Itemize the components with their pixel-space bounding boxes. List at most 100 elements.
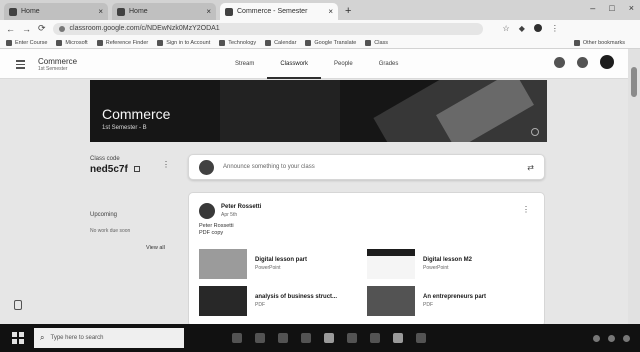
attachment-name: An entrepreneurs part bbox=[423, 294, 487, 300]
attachment-card[interactable]: analysis of business struct... PDF bbox=[199, 285, 337, 317]
word-icon[interactable] bbox=[347, 333, 357, 343]
course-name[interactable]: Commerce bbox=[38, 57, 77, 66]
extension-area: ☆ ◆ ⋮ bbox=[503, 24, 559, 33]
extension-icon[interactable]: ◆ bbox=[519, 24, 525, 33]
task-view-icon[interactable] bbox=[232, 333, 242, 343]
browser-tab[interactable]: Home × bbox=[112, 3, 216, 20]
course-tabs: Stream Classwork People Grades bbox=[222, 49, 411, 79]
browser-tab-active[interactable]: Commerce - Semester × bbox=[220, 3, 338, 20]
notification-icon[interactable] bbox=[623, 334, 630, 342]
attachment-type: PowerPoint bbox=[423, 265, 449, 271]
info-icon[interactable] bbox=[531, 128, 539, 136]
post-text-line: Peter Rossetti bbox=[199, 223, 234, 229]
chrome-icon[interactable] bbox=[393, 333, 403, 343]
attachment-type: PDF bbox=[423, 302, 433, 308]
attachment-type: PDF bbox=[255, 302, 265, 308]
bookmark-item[interactable]: Google Translate bbox=[305, 39, 356, 46]
help-icon[interactable] bbox=[14, 300, 22, 310]
windows-start-icon[interactable] bbox=[12, 332, 24, 344]
attachment-name: Digital lesson part bbox=[255, 257, 308, 263]
stream-post: Peter Rossetti Apr 5th ⋮ Peter Rossetti … bbox=[188, 192, 545, 327]
main-menu-icon[interactable] bbox=[16, 60, 25, 71]
course-banner: Commerce 1st Semester - B bbox=[90, 80, 547, 142]
profile-icon[interactable] bbox=[533, 24, 542, 32]
attachment-card[interactable]: Digital lesson part PowerPoint bbox=[199, 248, 307, 280]
tab-people[interactable]: People bbox=[321, 49, 366, 79]
other-bookmarks[interactable]: Other bookmarks bbox=[573, 39, 625, 46]
close-icon[interactable]: × bbox=[328, 7, 333, 16]
post-text: Peter Rossetti PDF copy bbox=[199, 223, 234, 237]
window-controls: – □ × bbox=[590, 3, 634, 13]
more-vert-icon[interactable]: ⋮ bbox=[162, 160, 170, 169]
close-icon[interactable]: × bbox=[98, 7, 103, 16]
repost-icon[interactable]: ⇄ bbox=[527, 163, 534, 172]
upcoming-text: No work due soon bbox=[90, 228, 131, 234]
post-more-icon[interactable]: ⋮ bbox=[522, 205, 530, 214]
author-avatar bbox=[199, 203, 215, 219]
url-field[interactable]: classroom.google.com/c/NDEwNzk0MzY2ODA1 bbox=[52, 22, 483, 35]
bookmark-item[interactable]: Sign in to Account bbox=[157, 39, 210, 46]
taskbar-search-input[interactable]: ⌕ Type here to search bbox=[34, 328, 184, 348]
attachment-thumbnail bbox=[367, 249, 415, 279]
classroom-header: Commerce 1st Semester Stream Classwork P… bbox=[0, 49, 628, 79]
bookmark-item[interactable]: Technology bbox=[219, 39, 256, 46]
attachment-thumbnail bbox=[199, 286, 247, 316]
windows-taskbar: ⌕ Type here to search bbox=[0, 324, 640, 352]
app-icon[interactable] bbox=[416, 333, 426, 343]
url-text: classroom.google.com/c/NDEwNzk0MzY2ODA1 bbox=[69, 25, 220, 32]
search-placeholder: Type here to search bbox=[50, 335, 104, 341]
attachment-thumbnail bbox=[199, 249, 247, 279]
tab-title: Home bbox=[21, 8, 40, 15]
edge-icon[interactable] bbox=[255, 333, 265, 343]
search-icon: ⌕ bbox=[40, 333, 45, 342]
fullscreen-icon[interactable] bbox=[133, 166, 140, 173]
tab-stream[interactable]: Stream bbox=[222, 49, 267, 79]
taskbar-apps bbox=[232, 333, 426, 343]
tab-title: Home bbox=[129, 8, 148, 15]
volume-icon[interactable] bbox=[608, 334, 615, 342]
banner-title: Commerce bbox=[102, 106, 171, 122]
store-icon[interactable] bbox=[301, 333, 311, 343]
class-code-value: ned5c7f bbox=[90, 164, 128, 175]
browser-tab[interactable]: Home × bbox=[4, 3, 108, 20]
menu-icon[interactable]: ⋮ bbox=[551, 24, 559, 33]
minimize-icon[interactable]: – bbox=[590, 3, 595, 13]
reload-icon[interactable]: ⟳ bbox=[38, 23, 46, 34]
announce-box[interactable]: Announce something to your class ⇄ bbox=[188, 154, 545, 180]
forward-icon[interactable]: → bbox=[22, 24, 31, 34]
apps-icon[interactable] bbox=[577, 57, 588, 68]
banner-subtitle: 1st Semester - B bbox=[102, 125, 147, 131]
bookmark-item[interactable]: Reference Finder bbox=[96, 39, 148, 46]
course-section: 1st Semester bbox=[38, 66, 68, 72]
maximize-icon[interactable]: □ bbox=[609, 3, 614, 13]
banner-decoration bbox=[220, 80, 340, 142]
tab-classwork[interactable]: Classwork bbox=[267, 49, 322, 79]
tab-grades[interactable]: Grades bbox=[366, 49, 412, 79]
bookmark-item[interactable]: Class bbox=[365, 39, 388, 46]
page-scrollbar[interactable] bbox=[628, 49, 640, 324]
class-code-row: ned5c7f bbox=[90, 164, 140, 175]
bookmark-item[interactable]: Microsoft bbox=[56, 39, 88, 46]
new-tab-icon[interactable]: + bbox=[345, 5, 351, 17]
view-all-link[interactable]: View all bbox=[146, 245, 165, 251]
back-icon[interactable]: ← bbox=[6, 24, 15, 34]
post-author: Peter Rossetti bbox=[221, 204, 262, 210]
mail-icon[interactable] bbox=[324, 333, 334, 343]
network-icon[interactable] bbox=[593, 334, 600, 342]
scrollbar-thumb[interactable] bbox=[631, 67, 637, 97]
account-avatar[interactable] bbox=[600, 55, 614, 69]
powerpoint-icon[interactable] bbox=[370, 333, 380, 343]
attachment-name: Digital lesson M2 bbox=[423, 257, 473, 263]
attachment-card[interactable]: Digital lesson M2 PowerPoint bbox=[367, 248, 472, 280]
close-icon[interactable]: × bbox=[206, 7, 211, 16]
header-icons bbox=[554, 55, 614, 69]
bookmark-item[interactable]: Calendar bbox=[265, 39, 296, 46]
attachment-card[interactable]: An entrepreneurs part PDF bbox=[367, 285, 486, 317]
bookmark-item[interactable]: Enter Course bbox=[6, 39, 47, 46]
file-explorer-icon[interactable] bbox=[278, 333, 288, 343]
star-icon[interactable]: ☆ bbox=[503, 24, 510, 33]
tab-favicon-icon bbox=[117, 7, 125, 16]
settings-icon[interactable] bbox=[554, 57, 565, 68]
announce-placeholder: Announce something to your class bbox=[223, 164, 315, 170]
window-close-icon[interactable]: × bbox=[629, 3, 634, 13]
